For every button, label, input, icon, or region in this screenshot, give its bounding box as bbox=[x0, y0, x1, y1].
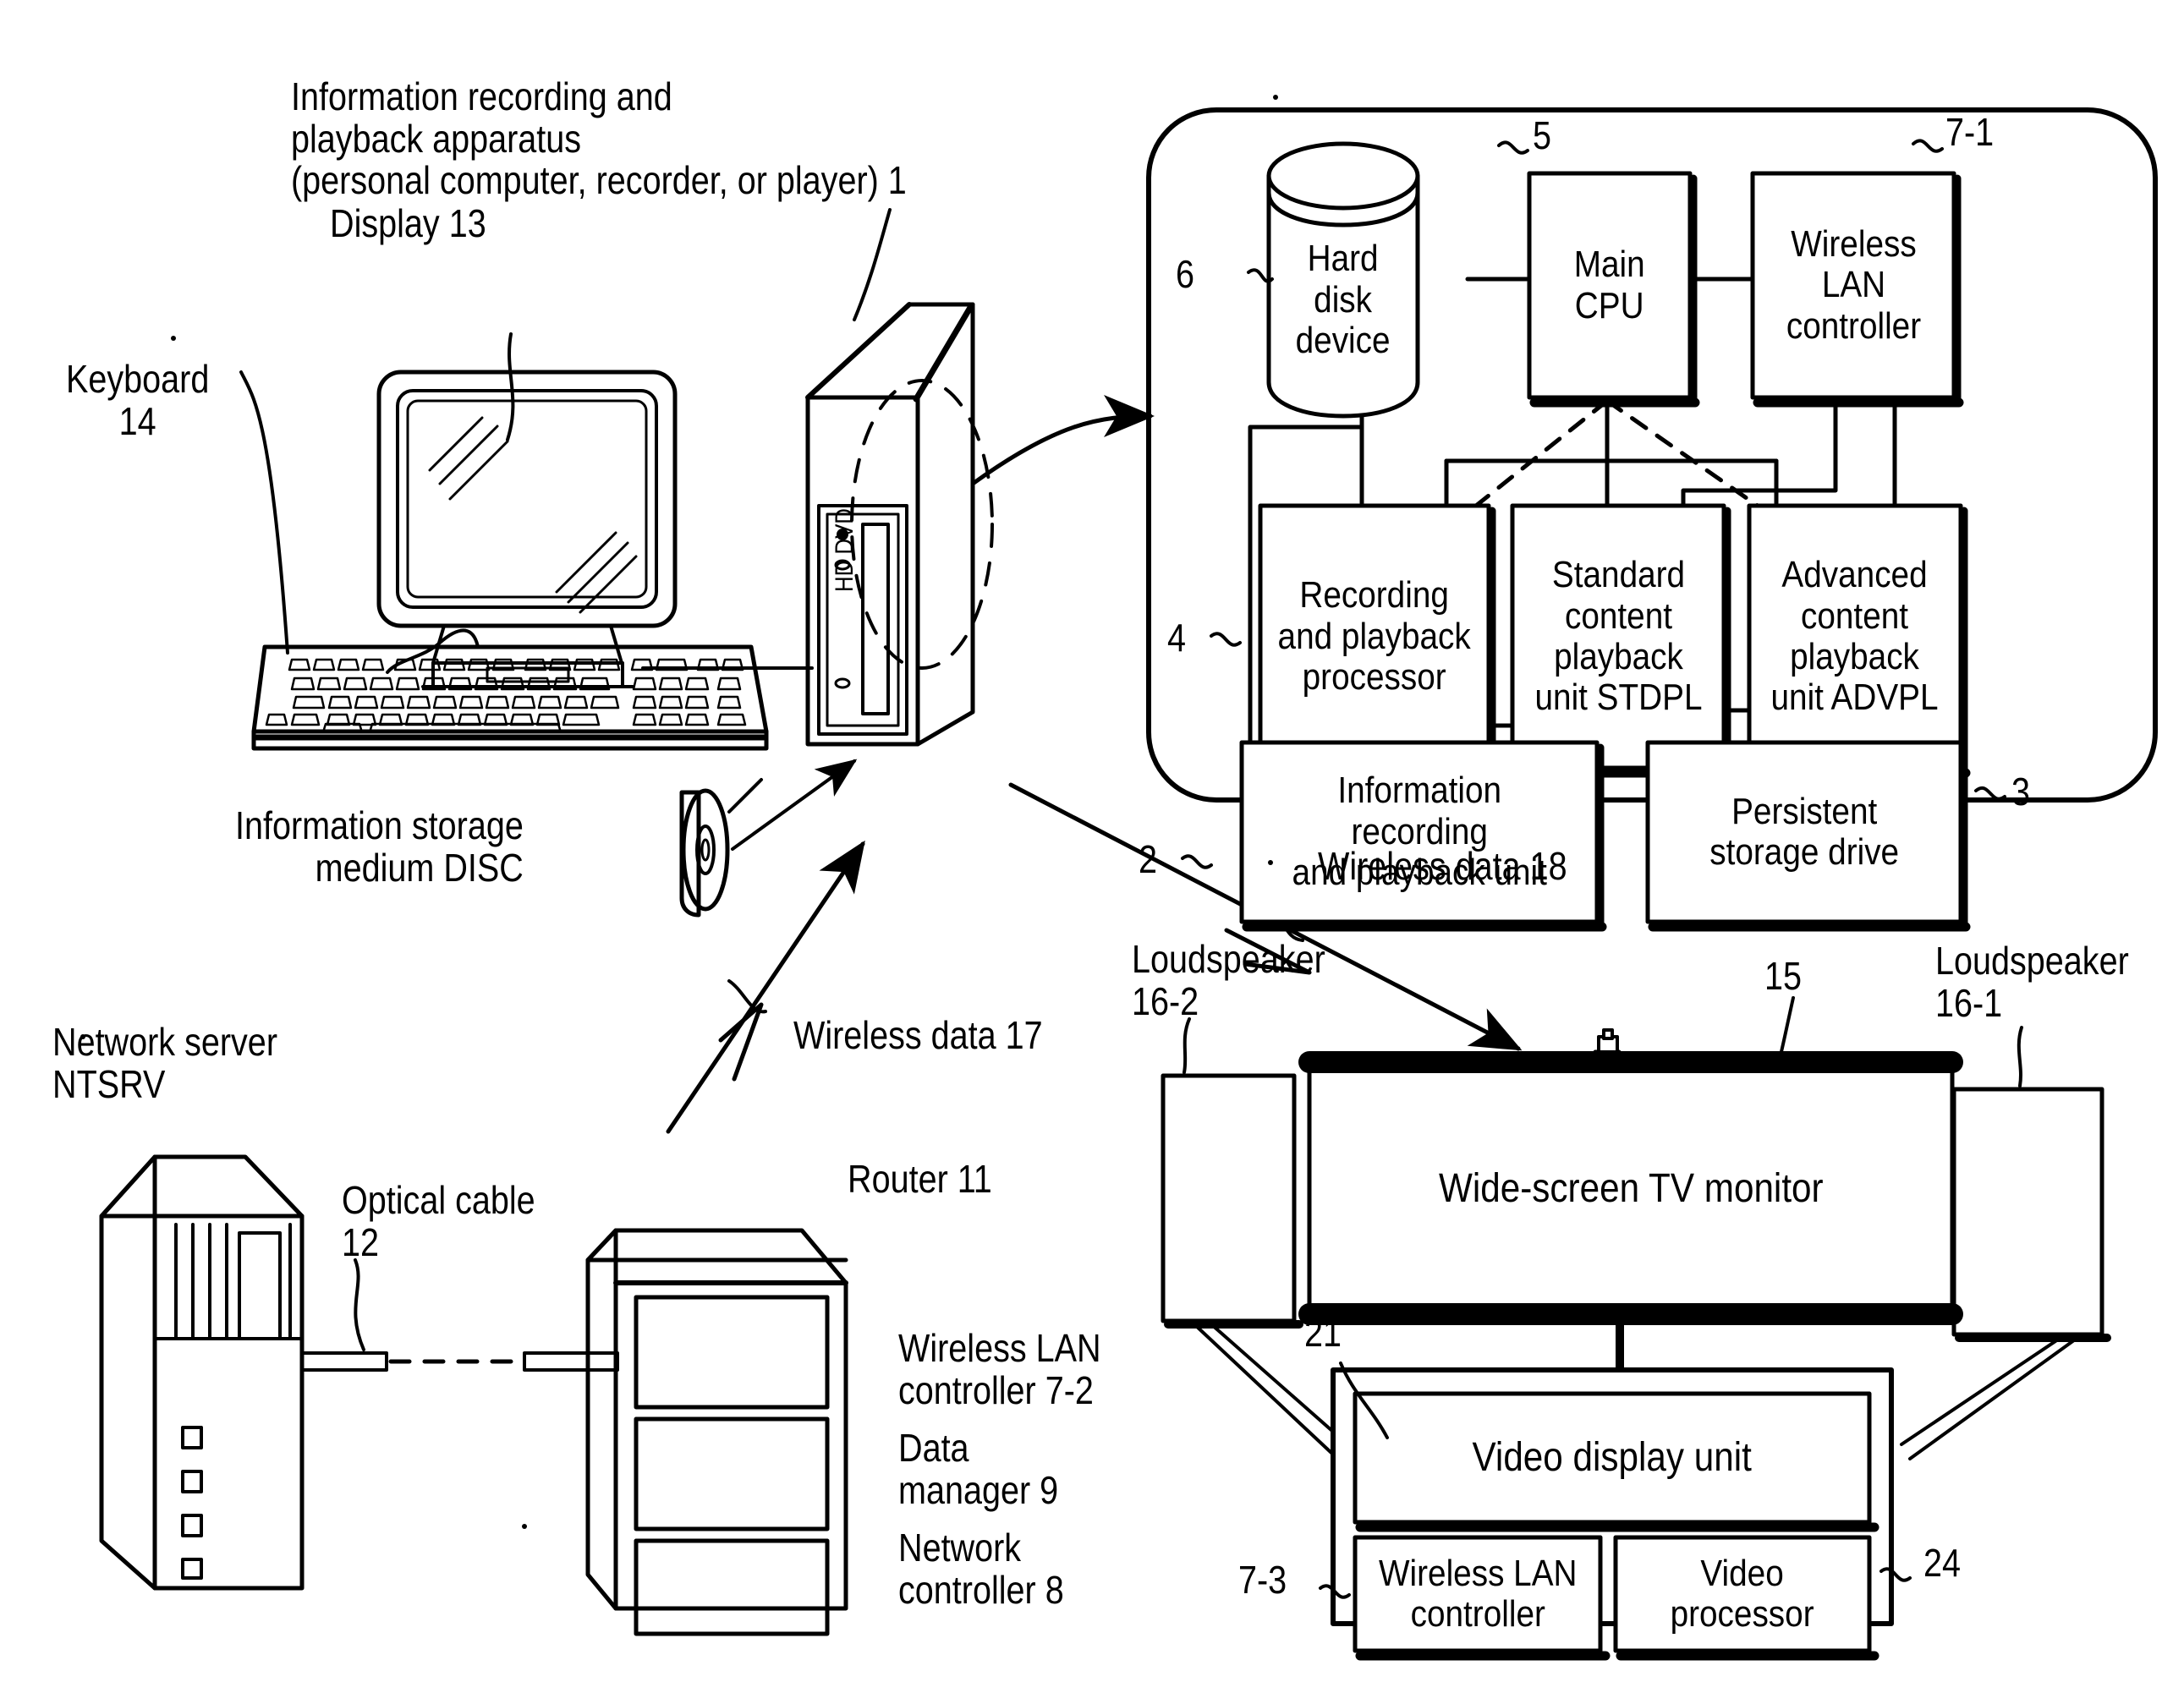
network-server-label: Network server NTSRV bbox=[52, 1020, 277, 1106]
router-item-data-manager: Data manager 9 bbox=[898, 1426, 1059, 1512]
video-display-unit-ref-label: 21 bbox=[1304, 1311, 1342, 1355]
router-drawing bbox=[585, 1228, 848, 1636]
cpu-dashed-control bbox=[1461, 398, 1775, 518]
loudspeaker-left-label: Loudspeaker 16-2 bbox=[1132, 937, 1325, 1023]
keyboard-label: Keyboard 14 bbox=[66, 357, 210, 443]
loudspeaker-right-drawing bbox=[1951, 1087, 2111, 1342]
loudspeaker-left-drawing bbox=[1161, 1073, 1303, 1329]
main-cpu-ref-label: 5 bbox=[1533, 113, 1552, 157]
wireless-data-18-label: Wireless data 18 bbox=[1318, 844, 1567, 888]
router-label: Router 11 bbox=[848, 1157, 992, 1201]
router-item-wireless-lan-controller: Wireless LAN controller 7-2 bbox=[898, 1326, 1101, 1412]
disc-drawing bbox=[679, 788, 730, 918]
recording-playback-processor-box bbox=[1258, 503, 1499, 778]
tv-monitor-ref-label: 15 bbox=[1764, 954, 1803, 998]
expand-arrow bbox=[970, 395, 1155, 486]
optical-cable-drawing bbox=[300, 1258, 619, 1372]
wireless-data-17-label: Wireless data 17 bbox=[793, 1013, 1043, 1057]
disc-label: Information storage medium DISC bbox=[235, 803, 524, 890]
apparatus-title-label: Information recording and playback appar… bbox=[291, 74, 907, 203]
wireless-lan-controller-ref-label: 7-1 bbox=[1945, 110, 1995, 154]
information-recording-playback-unit-ref-label: 2 bbox=[1139, 837, 1158, 881]
information-recording-playback-unit-box bbox=[1239, 740, 1607, 932]
optical-cable-label: Optical cable 12 bbox=[342, 1178, 535, 1264]
hard-disk-device-ref-label: 6 bbox=[1176, 252, 1195, 296]
patent-figure: Information recording and playback appar… bbox=[0, 0, 2184, 1682]
display-label: Display 13 bbox=[330, 201, 486, 245]
loudspeaker-right-label: Loudspeaker 16-1 bbox=[1935, 939, 2129, 1025]
advanced-content-playback-box bbox=[1747, 503, 1971, 778]
leader-lines-left bbox=[239, 208, 892, 851]
persistent-storage-drive-ref-label: 3 bbox=[2011, 770, 2031, 814]
hd-dvd-drive-label: HD DVD bbox=[831, 508, 859, 592]
tv-wireless-lan-controller-ref-label: 7-3 bbox=[1238, 1558, 1287, 1602]
standard-content-playback-box bbox=[1510, 503, 1734, 778]
hard-disk-cylinder bbox=[1266, 141, 1420, 419]
persistent-storage-drive-box bbox=[1645, 740, 1971, 932]
router-item-network-controller: Network controller 8 bbox=[898, 1526, 1064, 1612]
main-cpu-box bbox=[1527, 171, 1700, 408]
recording-playback-processor-ref-label: 4 bbox=[1167, 616, 1187, 660]
network-server-drawing bbox=[99, 1154, 305, 1591]
video-display-unit-box bbox=[1353, 1391, 1879, 1532]
crt-display-drawing bbox=[376, 370, 678, 688]
video-processor-ref-label: 24 bbox=[1923, 1541, 1962, 1585]
tv-monitor-drawing bbox=[1298, 1028, 1963, 1376]
video-processor-box bbox=[1613, 1535, 1879, 1661]
wireless-lan-controller-box bbox=[1750, 171, 1964, 408]
tv-wireless-lan-controller-box bbox=[1353, 1535, 1611, 1661]
keyboard-drawing bbox=[251, 628, 814, 751]
